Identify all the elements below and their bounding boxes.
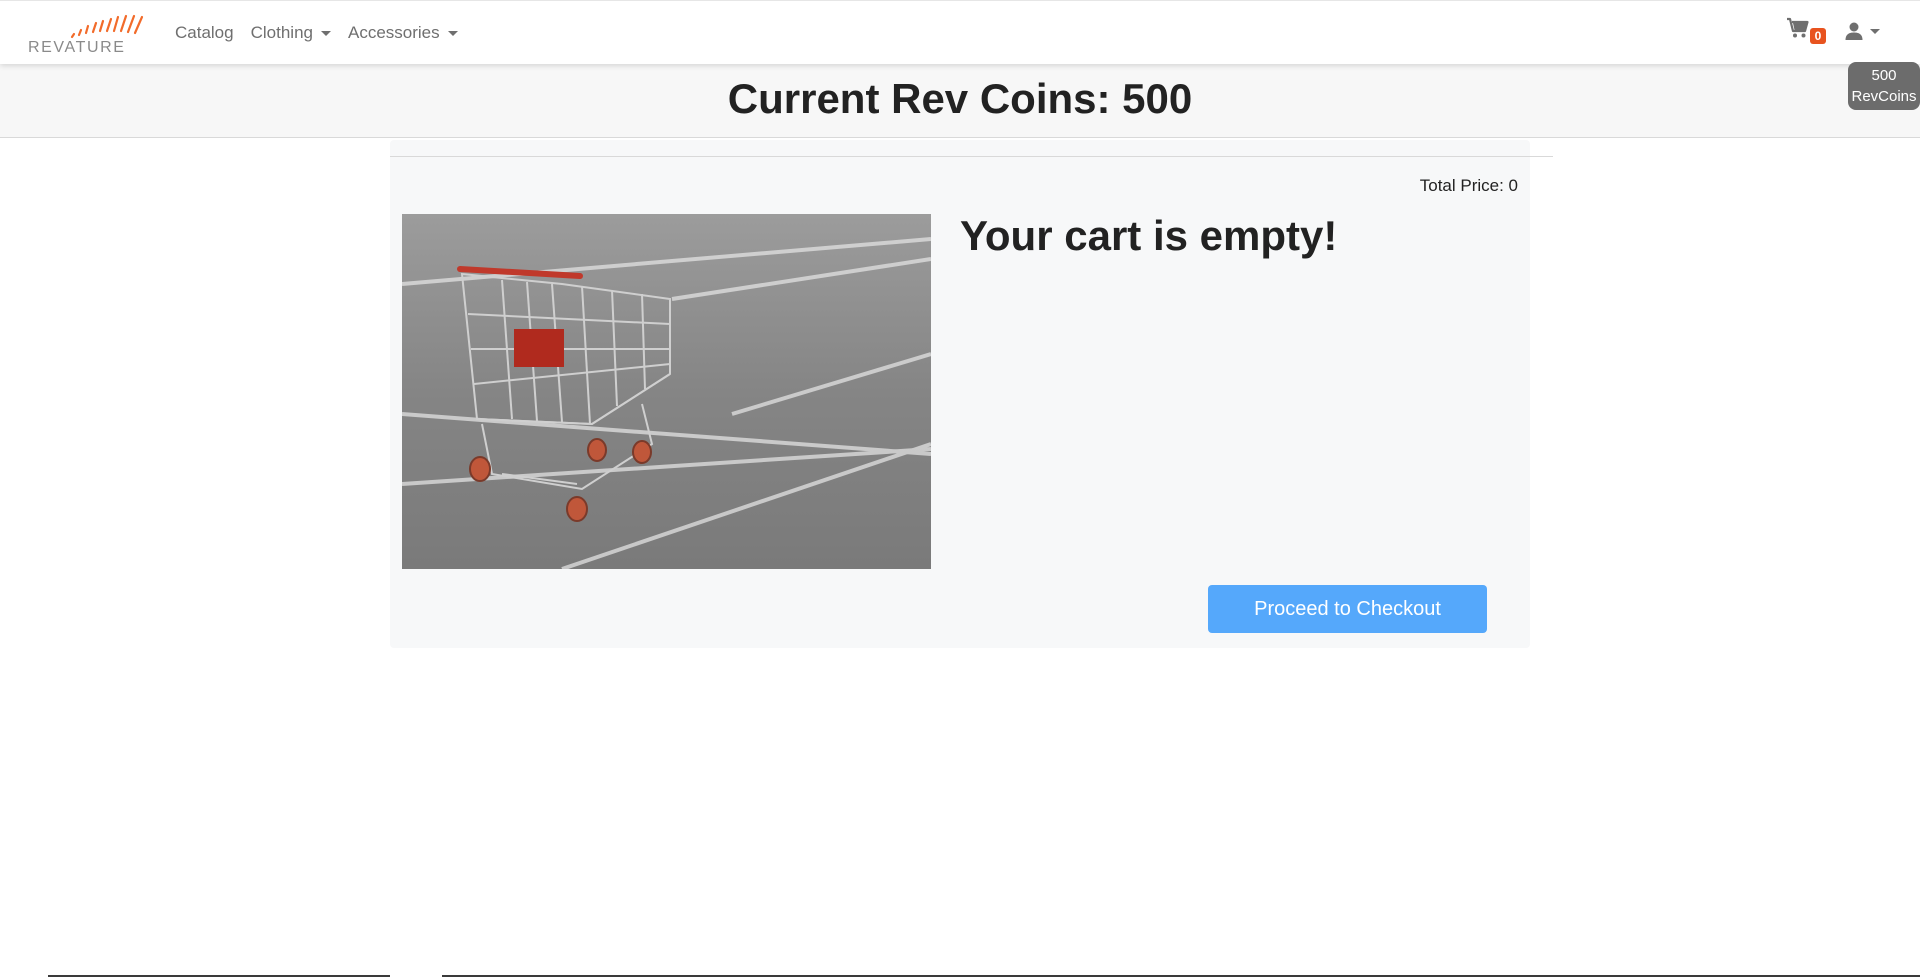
coins-banner: Current Rev Coins: 500 (0, 64, 1920, 138)
nav-clothing-dropdown[interactable]: Clothing (251, 23, 331, 43)
total-price: Total Price: 0 (1419, 176, 1518, 195)
revcoins-badge: 500 RevCoins (1848, 62, 1920, 110)
nav-catalog[interactable]: Catalog (175, 23, 234, 43)
chevron-down-icon (447, 30, 458, 36)
nav-catalog-label: Catalog (175, 23, 234, 42)
divider (390, 156, 1553, 157)
cart-button[interactable]: 0 (1786, 17, 1828, 47)
logo-sunburst-icon (70, 14, 144, 39)
empty-cart-image (402, 214, 931, 569)
user-menu-dropdown[interactable] (1844, 17, 1884, 45)
user-icon (1845, 22, 1863, 40)
nav-clothing-label: Clothing (250, 23, 313, 42)
empty-cart-message: Your cart is empty! (960, 212, 1338, 259)
page-title: Current Rev Coins: 500 (727, 75, 1193, 122)
chevron-down-icon (1870, 28, 1880, 34)
chevron-down-icon (320, 30, 331, 36)
cart-count-badge: 0 (1810, 28, 1826, 44)
nav-accessories-dropdown[interactable]: Accessories (348, 23, 458, 43)
nav-links: Catalog Clothing Accessories (175, 1, 475, 65)
revcoins-amount: 500 (1871, 67, 1897, 84)
logo-text: REVATURE (28, 39, 126, 56)
proceed-to-checkout-button[interactable]: Proceed to Checkout (1208, 585, 1487, 633)
top-navbar: REVATURE Catalog Clothing Accessories 0 (0, 0, 1920, 64)
revature-logo[interactable]: REVATURE (28, 13, 154, 56)
cart-panel: Total Price: 0 Your cart is empty! Proce… (390, 140, 1553, 648)
revcoins-unit: RevCoins (1851, 88, 1917, 105)
cart-icon (1787, 17, 1809, 38)
nav-accessories-label: Accessories (347, 23, 440, 42)
